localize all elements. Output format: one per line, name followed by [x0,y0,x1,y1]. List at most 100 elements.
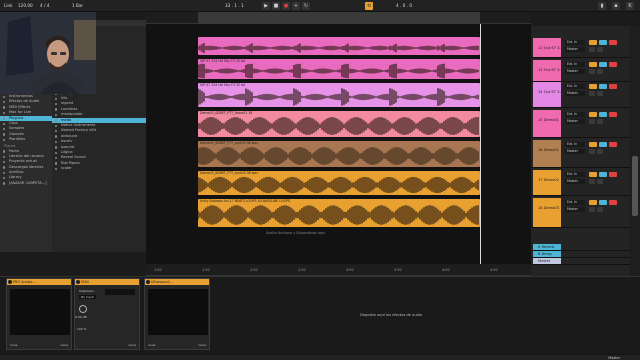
solo-button[interactable] [599,142,607,147]
output-select[interactable]: Master [565,69,585,74]
track-lane[interactable] [146,36,531,56]
track-activator-button[interactable] [589,40,597,45]
position-field[interactable]: 33 . 1 . 1 [225,3,244,8]
device-footer-right[interactable]: none [129,343,136,347]
play-icon[interactable]: ▶ [262,2,270,10]
solo-button[interactable] [599,40,607,45]
default-preset[interactable] [105,289,135,295]
loop-switch-icon[interactable]: ⟲ [365,2,373,10]
send-b-knob[interactable] [597,179,603,184]
device-title-bar[interactable]: Ultrasound... [145,279,209,285]
solo-button[interactable] [599,84,607,89]
device-power-icon[interactable] [146,280,150,284]
arm-button[interactable] [609,84,617,89]
track-activator-button[interactable] [589,142,597,147]
return-name[interactable]: A Reverb [538,245,554,249]
browser-item[interactable]: scaler [52,166,146,171]
track-name[interactable]: 15 Demo01 [538,118,559,122]
dry-wet-value[interactable]: 100 % [77,327,87,331]
quantize-menu[interactable]: 1 Bar [72,3,83,8]
solo-button[interactable] [599,112,607,117]
output-select[interactable]: Master [565,91,585,96]
track-name[interactable]: 13 Out 67 3.3 [538,68,563,72]
device[interactable]: ENVISidechainNo Input0.00 dB100 %Sidecha… [74,278,140,350]
track-lane[interactable]: Demo03_SDRET_PTT_synth2 08 wav [146,170,531,196]
input-type-select[interactable]: Ext. In [565,142,585,147]
track-activator-button[interactable] [589,200,597,205]
track-name[interactable]: 18 Demo03 [538,206,559,210]
send-a-knob[interactable] [589,69,595,74]
device-title-bar[interactable]: PRO Analyz... [7,279,71,285]
input-type-select[interactable]: Ext. In [565,62,585,67]
track-activator-button[interactable] [589,84,597,89]
track-lane[interactable]: VIP 07 124 Hzl Eby F3 32 bit [146,82,531,108]
gain-knob[interactable] [79,305,87,313]
track-name[interactable]: 12 Out 67 3.2 [538,46,563,50]
send-b-knob[interactable] [597,91,603,96]
arm-button[interactable] [609,62,617,67]
browser-place[interactable]: [ANADIR CARPETA...] [0,181,52,186]
bottom-ruler[interactable]: 1:00 1:30 2:00 2:30 3:00 3:30 4:00 4:30 [146,264,531,276]
send-a-knob[interactable] [589,179,595,184]
loop-end-field[interactable]: 4 . 0 . 0 [396,3,412,8]
audio-clip[interactable]: Unity Subbass full 17 BEATS LOOPS 1B BAS… [198,199,480,227]
track-activator-button[interactable] [589,62,597,67]
tempo-field[interactable]: 120.00 [18,3,33,8]
track-activator-button[interactable] [589,172,597,177]
device-title-bar[interactable]: ENVI [75,279,139,285]
loop-brace[interactable] [198,12,480,24]
solo-button[interactable] [599,200,607,205]
arm-button[interactable] [609,142,617,147]
overdub-icon[interactable]: + [292,2,300,10]
mixer-strip[interactable]: 16 Demo01 Ext. In Master [531,140,630,168]
send-a-knob[interactable] [589,91,595,96]
solo-button[interactable] [599,62,607,67]
return-strip[interactable]: B Delay [531,251,630,258]
device[interactable]: Ultrasound... none none [144,278,210,350]
mixer-strip[interactable]: 15 Demo01 Ext. In Master [531,110,630,138]
send-a-knob[interactable] [589,207,595,212]
output-select[interactable]: Master [565,149,585,154]
output-select[interactable]: Master [565,207,585,212]
input-type-select[interactable]: Ext. In [565,112,585,117]
link-indicator[interactable]: Link [4,3,13,8]
output-select[interactable]: Master [565,119,585,124]
device-display[interactable] [10,289,70,335]
track-lane[interactable]: VIP 07 124 Hzl Eby F3 32 bit [146,58,531,80]
audio-clip[interactable]: VIP 07 124 Hzl Eby F3 32 bit [198,59,480,79]
top-ruler[interactable] [146,12,531,24]
return-strip[interactable]: A Reverb [531,244,630,251]
input-type-select[interactable]: Ext. In [565,172,585,177]
gain-value[interactable]: 0.00 dB [75,315,87,319]
return-name[interactable]: Master [538,259,550,263]
solo-button[interactable] [599,172,607,177]
mixer-strip[interactable]: 13 Out 67 3.3 Ext. In Master [531,60,630,82]
stop-icon[interactable]: ■ [272,2,280,10]
arm-button[interactable] [609,172,617,177]
track-name[interactable]: 16 Demo01 [538,148,559,152]
key-map-icon[interactable]: K [626,2,634,10]
input-type-select[interactable]: Ext. In [565,200,585,205]
arm-button[interactable] [609,40,617,45]
send-a-knob[interactable] [589,47,595,52]
loop-icon[interactable]: ↻ [302,2,310,10]
input-type-select[interactable]: Ext. In [565,40,585,45]
arm-button[interactable] [609,112,617,117]
audio-clip[interactable]: Demo03_SDRET_PTT_Voice01 16 [198,111,480,137]
device-footer-right[interactable]: none [61,343,68,347]
mixer-strip[interactable]: 12 Out 67 3.2 Ext. In Master [531,38,630,58]
track-lane[interactable]: Demo03_SDRET_PTT_synth2 08 wav [146,140,531,168]
audio-clip[interactable]: VIP 07 124 Hzl Eby F3 32 bit [198,83,480,107]
track-lane[interactable]: Demo03_SDRET_PTT_Voice01 16 [146,110,531,138]
record-icon[interactable]: ● [282,2,290,10]
device-display[interactable] [148,289,208,335]
track-lane[interactable]: Unity Subbass full 17 BEATS LOOPS 1B BAS… [146,198,531,228]
vertical-scrollbar[interactable] [630,26,640,276]
send-a-knob[interactable] [589,119,595,124]
device-power-icon[interactable] [76,280,80,284]
send-a-knob[interactable] [589,149,595,154]
device-footer-right[interactable]: none [199,343,206,347]
device-power-icon[interactable] [8,280,12,284]
device-footer-left[interactable]: none [148,343,155,347]
output-select[interactable]: Master [565,179,585,184]
